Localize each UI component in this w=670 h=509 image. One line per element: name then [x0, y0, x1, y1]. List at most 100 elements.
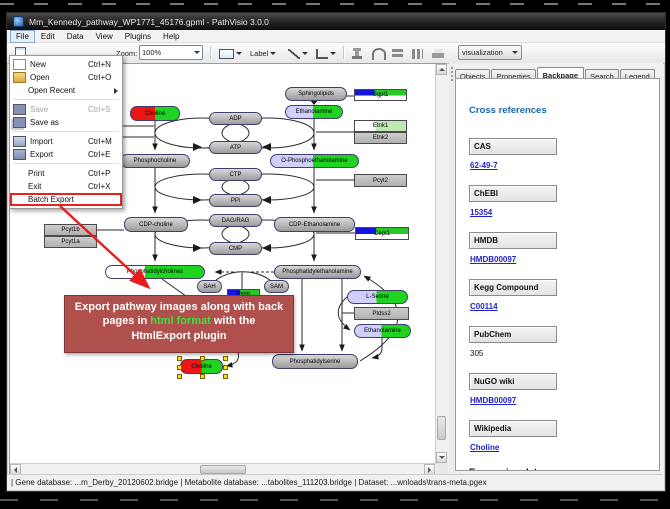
- cross-reference-link[interactable]: 15354: [470, 208, 492, 217]
- file-menu-item[interactable]: Open Recent: [10, 84, 122, 97]
- cross-reference-link[interactable]: HMDB00097: [470, 255, 516, 264]
- screenshot-root: { "window": { "title": "Mm_Kennedy_pathw…: [0, 0, 670, 509]
- file-menu-item[interactable]: [13, 163, 119, 165]
- add-label-button[interactable]: Label: [247, 45, 279, 62]
- gene-box-etnk1[interactable]: Etnk1: [354, 120, 407, 132]
- file-menu-item[interactable]: Import Ctrl+M: [10, 135, 122, 148]
- file-menu-dropdown: New Ctrl+N Open Ctrl+O Open Recent: [9, 55, 123, 209]
- gene-box-sgpl1[interactable]: Sgpl1: [354, 89, 407, 101]
- node-ppi[interactable]: PPi: [209, 194, 262, 207]
- node-phosphatidylcholines[interactable]: Phosphatidylcholines: [105, 265, 205, 279]
- cross-reference-link[interactable]: 305: [470, 349, 483, 358]
- print-button[interactable]: [429, 45, 447, 62]
- title-bar[interactable]: Mm_Kennedy_pathway_WP1771_45176.gpml - P…: [7, 13, 665, 30]
- node-choline[interactable]: Choline: [130, 106, 180, 121]
- gene-node-icon: [219, 49, 234, 59]
- menu-bar-item[interactable]: File: [10, 30, 35, 43]
- node-sam[interactable]: SAM: [264, 280, 289, 293]
- selection-handle[interactable]: [177, 365, 182, 370]
- cross-reference-link[interactable]: HMDB00097: [470, 396, 516, 405]
- file-menu-item[interactable]: Export Ctrl+E: [10, 148, 122, 161]
- menu-item-label: Save as: [30, 118, 88, 127]
- scroll-up-button[interactable]: [436, 64, 447, 75]
- node-atp[interactable]: ATP: [209, 141, 262, 154]
- file-menu-item[interactable]: Open Ctrl+O: [10, 71, 122, 84]
- node-dag[interactable]: DAG/RAG: [209, 214, 262, 227]
- node-sphingolipids[interactable]: Sphingolipids: [285, 87, 347, 101]
- selection-handle[interactable]: [223, 365, 228, 370]
- menu-bar-item[interactable]: Help: [157, 30, 185, 43]
- selection-handle[interactable]: [177, 356, 182, 361]
- database-name-box: PubChem: [469, 326, 557, 343]
- zoom-combobox[interactable]: 100%: [139, 45, 203, 60]
- add-datanode-button[interactable]: [216, 45, 245, 62]
- file-menu-item[interactable]: [13, 131, 119, 133]
- app-icon: [13, 16, 24, 27]
- file-menu-item[interactable]: New Ctrl+N: [10, 58, 122, 71]
- selection-handle[interactable]: [223, 356, 228, 361]
- cross-reference-link[interactable]: C00114: [470, 302, 498, 311]
- node-adp[interactable]: ADP: [209, 112, 262, 125]
- menu-item-shortcut: Ctrl+E: [88, 150, 118, 159]
- file-menu-item[interactable]: Print Ctrl+P: [10, 167, 122, 180]
- align-button[interactable]: [349, 45, 365, 62]
- node-phosphocholine[interactable]: Phosphocholine: [120, 154, 190, 168]
- align-rows-button[interactable]: [389, 45, 406, 62]
- horizontal-scroll-thumb[interactable]: [200, 465, 246, 474]
- menu-bar-item[interactable]: Edit: [35, 30, 61, 43]
- file-menu-item[interactable]: Save as: [10, 116, 122, 129]
- line-tool-button[interactable]: [285, 45, 311, 62]
- scroll-down-button[interactable]: [436, 452, 447, 463]
- arrow-left-icon: [14, 467, 17, 473]
- node-ctp[interactable]: CTP: [209, 168, 262, 181]
- desktop-artifact-bottom: [0, 499, 670, 501]
- vertical-scroll-thumb[interactable]: [437, 416, 446, 440]
- node-sah[interactable]: SAH: [197, 280, 222, 293]
- node-cdp-ethanolamine[interactable]: CDP-Ethanolamine: [274, 217, 355, 232]
- align-columns-button[interactable]: [409, 45, 426, 62]
- vertical-scrollbar[interactable]: [435, 64, 447, 463]
- selection-handle[interactable]: [200, 374, 205, 379]
- menu-bar: FileEditDataViewPluginsHelp: [7, 30, 665, 43]
- node-o-phosphoethanolamine[interactable]: O-Phosphoethanolamine: [270, 154, 359, 168]
- database-name-box: CAS: [469, 138, 557, 155]
- gene-box-etnk2[interactable]: Etnk2: [354, 132, 407, 144]
- cross-reference-section: CAS 62-49-7: [469, 138, 659, 173]
- node-phosphatidylethanolamine[interactable]: Phosphatidylethanolamine: [274, 265, 361, 279]
- cross-reference-link[interactable]: Choline: [470, 443, 499, 452]
- menu-item-icon: [13, 136, 26, 147]
- gene-box-pcyt1b[interactable]: Pcyt1b: [44, 224, 97, 236]
- connector-tool-button[interactable]: [313, 45, 339, 62]
- file-menu-item[interactable]: Save Ctrl+S: [10, 103, 122, 116]
- node-phosphatidylserine[interactable]: Phosphatidylserine: [272, 354, 358, 369]
- gene-box-cept1[interactable]: Cept1: [355, 227, 409, 240]
- node-cdp-choline[interactable]: CDP-choline: [124, 217, 188, 232]
- menu-bar-item[interactable]: View: [90, 30, 119, 43]
- side-panel-tabs: ObjectsPropertiesBackpageSearchLegend: [455, 64, 656, 78]
- node-ethanolamine[interactable]: Ethanolamine: [285, 105, 343, 119]
- menu-item-label: Batch Export: [28, 195, 88, 204]
- visualization-combobox[interactable]: visualization: [458, 45, 522, 60]
- cross-reference-section: PubChem 305: [469, 326, 659, 361]
- selection-handle[interactable]: [177, 374, 182, 379]
- selection-handle[interactable]: [200, 356, 205, 361]
- cross-reference-section: NuGO wiki HMDB00097: [469, 373, 659, 408]
- cross-reference-link[interactable]: 62-49-7: [470, 161, 498, 170]
- node-choline-selected[interactable]: Choline: [180, 359, 223, 374]
- gene-box-ptdss2[interactable]: Ptdss2: [354, 307, 409, 320]
- expression-data-heading: Expression data: [469, 467, 659, 471]
- file-menu-item[interactable]: Batch Export: [10, 193, 122, 206]
- node-cmp[interactable]: CMP: [209, 242, 262, 255]
- gene-box-pcyt1a[interactable]: Pcyt1a: [44, 236, 97, 248]
- selection-handle[interactable]: [223, 374, 228, 379]
- node-l-serine[interactable]: L-Serine: [347, 290, 408, 304]
- menu-bar-item[interactable]: Plugins: [119, 30, 157, 43]
- menu-bar-item[interactable]: Data: [61, 30, 90, 43]
- file-menu-item[interactable]: Exit Ctrl+X: [10, 180, 122, 193]
- chevron-down-icon: [512, 51, 518, 54]
- file-menu-item[interactable]: [13, 99, 119, 101]
- anchor-button[interactable]: [369, 45, 389, 62]
- node-ethanolamine-right[interactable]: Ethanolamine: [354, 324, 411, 338]
- gene-box-pcyt2[interactable]: Pcyt2: [354, 174, 407, 187]
- menu-item-label: Exit: [28, 182, 88, 191]
